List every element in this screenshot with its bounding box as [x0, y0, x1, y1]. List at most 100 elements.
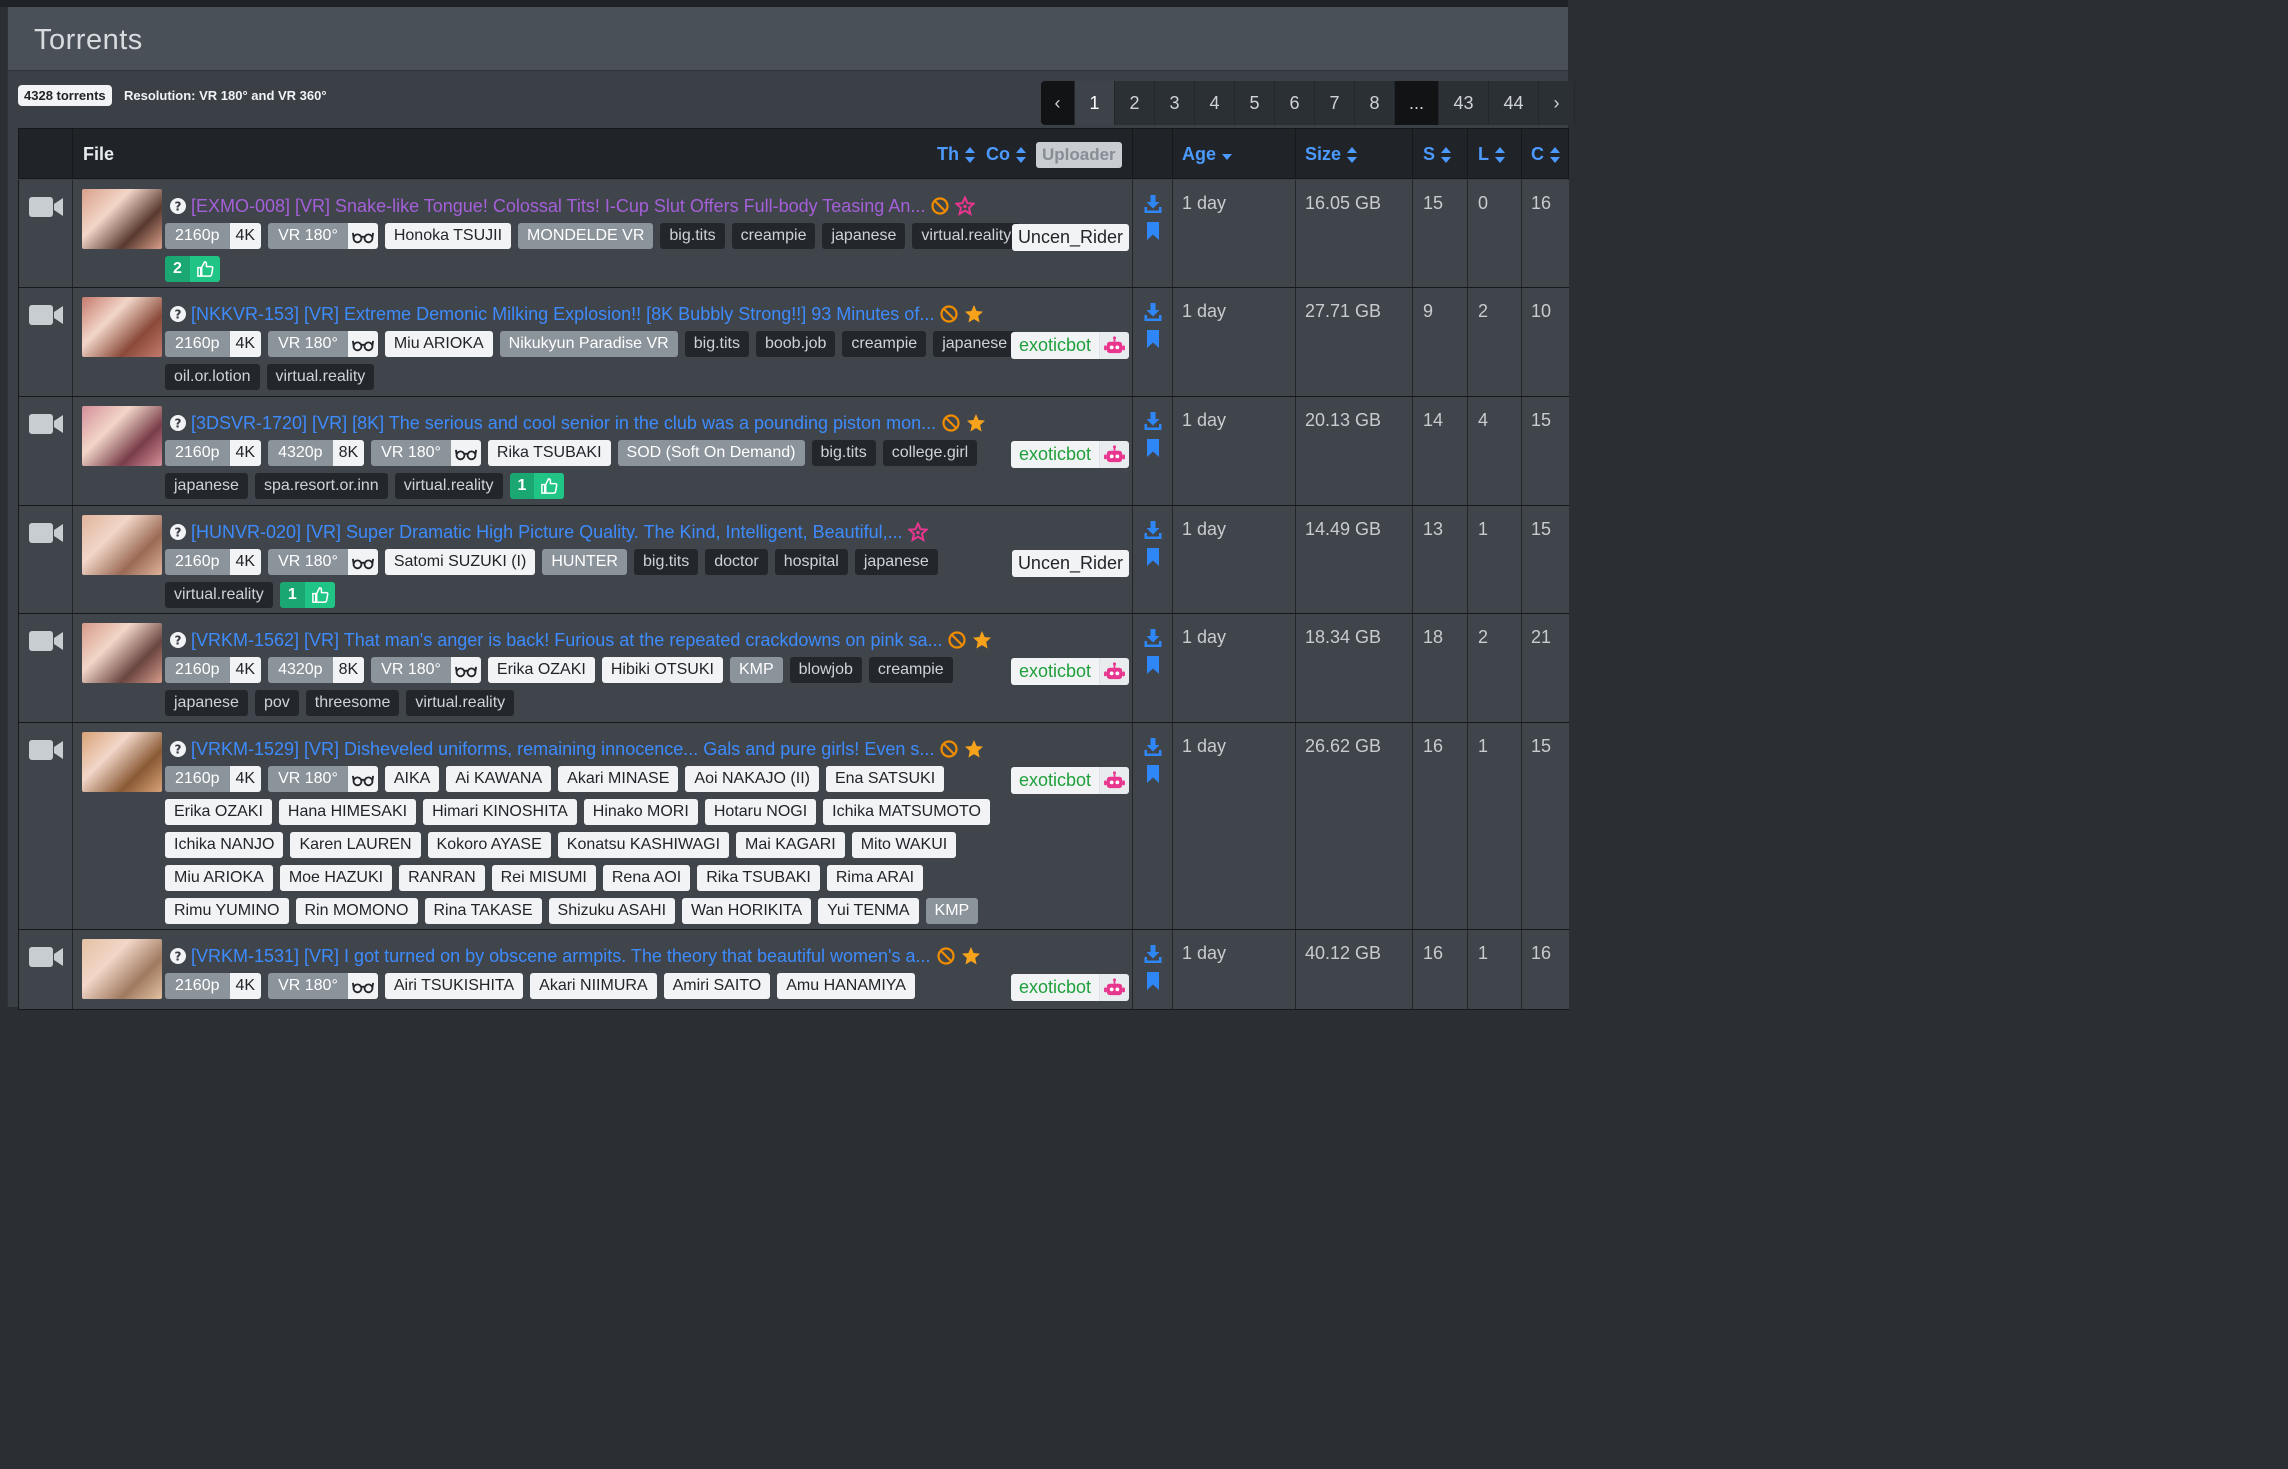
performer-tag[interactable]: Honoka TSUJII	[384, 223, 512, 249]
genre-tag[interactable]: blowjob	[789, 657, 862, 683]
resolution-badge[interactable]: 4320p 8K	[268, 440, 365, 466]
uploader-name[interactable]: exoticbot	[1010, 332, 1099, 359]
vr-badge[interactable]: VR 180°	[268, 766, 378, 792]
torrent-title-link[interactable]: [3DSVR-1720] [VR] [8K] The serious and c…	[191, 413, 936, 434]
genre-tag[interactable]: virtual.reality	[406, 690, 515, 716]
performer-tag[interactable]: Shizuku ASAHI	[548, 898, 676, 924]
resolution-badge[interactable]: 2160p 4K	[165, 973, 262, 999]
download-icon[interactable]	[1144, 520, 1162, 540]
bookmark-icon[interactable]	[1146, 972, 1160, 990]
page-8-button[interactable]: 8	[1355, 81, 1395, 125]
performer-tag[interactable]: Miu ARIOKA	[384, 331, 493, 357]
bookmark-icon[interactable]	[1146, 439, 1160, 457]
resolution-badge[interactable]: 2160p 4K	[165, 440, 262, 466]
page-43-button[interactable]: 43	[1439, 81, 1489, 125]
genre-tag[interactable]: hospital	[774, 549, 848, 575]
uploader-name[interactable]: Uncen_Rider	[1011, 224, 1129, 251]
uploader-badge[interactable]: Uncen_Rider	[1011, 224, 1129, 251]
performer-tag[interactable]: Hana HIMESAKI	[278, 799, 417, 825]
performer-tag[interactable]: Ichika NANJO	[165, 832, 284, 858]
uploader-badge[interactable]: exoticbot	[1010, 658, 1129, 685]
genre-tag[interactable]: college.girl	[882, 440, 978, 466]
performer-tag[interactable]: Erika OZAKI	[487, 657, 595, 683]
vr-badge[interactable]: VR 180°	[371, 657, 481, 683]
genre-tag[interactable]: virtual.reality	[165, 582, 273, 608]
page-3-button[interactable]: 3	[1155, 81, 1195, 125]
performer-tag[interactable]: Mito WAKUI	[851, 832, 957, 858]
bookmark-icon[interactable]	[1146, 765, 1160, 783]
performer-tag[interactable]: Karen LAUREN	[290, 832, 421, 858]
uploader-name[interactable]: exoticbot	[1010, 767, 1099, 794]
download-icon[interactable]	[1144, 411, 1162, 431]
uploader-header-button[interactable]: Uploader	[1036, 141, 1122, 168]
bookmark-icon[interactable]	[1146, 222, 1160, 240]
bookmark-icon[interactable]	[1146, 656, 1160, 674]
studio-tag[interactable]: HUNTER	[542, 549, 627, 575]
studio-tag[interactable]: MONDELDE VR	[518, 223, 654, 249]
prev-page-button[interactable]: ‹	[1041, 81, 1075, 125]
performer-tag[interactable]: Rina TAKASE	[424, 898, 542, 924]
performer-tag[interactable]: Aoi NAKAJO (II)	[685, 766, 819, 792]
performer-tag[interactable]: Wan HORIKITA	[682, 898, 812, 924]
genre-tag[interactable]: boob.job	[755, 331, 836, 357]
torrent-title-link[interactable]: [NKKVR-153] [VR] Extreme Demonic Milking…	[191, 304, 934, 325]
torrent-title-link[interactable]: [VRKM-1529] [VR] Disheveled uniforms, re…	[191, 739, 934, 760]
next-page-button[interactable]: ›	[1539, 81, 1575, 125]
torrent-title-link[interactable]: [EXMO-008] [VR] Snake-like Tongue! Colos…	[191, 196, 925, 217]
genre-tag[interactable]: creampie	[868, 657, 953, 683]
performer-tag[interactable]: Hinako MORI	[583, 799, 698, 825]
uploader-name[interactable]: Uncen_Rider	[1011, 550, 1129, 577]
page-44-button[interactable]: 44	[1489, 81, 1539, 125]
performer-tag[interactable]: Ena SATSUKI	[825, 766, 945, 792]
uploader-badge[interactable]: exoticbot	[1010, 332, 1129, 359]
download-icon[interactable]	[1144, 628, 1162, 648]
download-icon[interactable]	[1144, 194, 1162, 214]
torrent-title-link[interactable]: [VRKM-1531] [VR] I got turned on by obsc…	[191, 946, 931, 967]
uploader-header[interactable]: Uploader	[1036, 129, 1122, 180]
resolution-badge[interactable]: 2160p 4K	[165, 331, 262, 357]
performer-tag[interactable]: AIKA	[384, 766, 440, 792]
performer-tag[interactable]: Rena AOI	[602, 865, 691, 891]
genre-tag[interactable]: japanese	[933, 331, 1017, 357]
performer-tag[interactable]: Ai KAWANA	[446, 766, 552, 792]
genre-tag[interactable]: creampie	[731, 223, 816, 249]
vr-badge[interactable]: VR 180°	[371, 440, 481, 466]
page-7-button[interactable]: 7	[1315, 81, 1355, 125]
performer-tag[interactable]: Himari KINOSHITA	[423, 799, 577, 825]
uploader-badge[interactable]: exoticbot	[1010, 974, 1129, 1001]
performer-tag[interactable]: Rin MOMONO	[295, 898, 418, 924]
performer-tag[interactable]: Rimu YUMINO	[165, 898, 289, 924]
genre-tag[interactable]: japanese	[854, 549, 938, 575]
performer-tag[interactable]: Airi TSUKISHITA	[384, 973, 524, 999]
uploader-name[interactable]: exoticbot	[1010, 974, 1099, 1001]
torrent-title-link[interactable]: [HUNVR-020] [VR] Super Dramatic High Pic…	[191, 522, 903, 543]
uploader-badge[interactable]: exoticbot	[1010, 767, 1129, 794]
resolution-badge[interactable]: 2160p 4K	[165, 549, 262, 575]
torrent-title-link[interactable]: [VRKM-1562] [VR] That man's anger is bac…	[191, 630, 942, 651]
bookmark-icon[interactable]	[1146, 330, 1160, 348]
genre-tag[interactable]: virtual.reality	[912, 223, 1021, 249]
genre-tag[interactable]: japanese	[822, 223, 906, 249]
page-2-button[interactable]: 2	[1115, 81, 1155, 125]
likes-badge[interactable]: 1	[279, 582, 335, 608]
performer-tag[interactable]: Akari NIIMURA	[530, 973, 657, 999]
genre-tag[interactable]: virtual.reality	[394, 473, 503, 499]
resolution-badge[interactable]: 2160p 4K	[165, 766, 262, 792]
performer-tag[interactable]: Erika OZAKI	[165, 799, 272, 825]
genre-tag[interactable]: big.tits	[660, 223, 725, 249]
genre-tag[interactable]: virtual.reality	[266, 364, 375, 390]
genre-tag[interactable]: oil.or.lotion	[165, 364, 260, 390]
genre-tag[interactable]: spa.resort.or.inn	[254, 473, 388, 499]
performer-tag[interactable]: Miu ARIOKA	[165, 865, 273, 891]
uploader-badge[interactable]: exoticbot	[1010, 441, 1129, 468]
performer-tag[interactable]: Rima ARAI	[826, 865, 924, 891]
genre-tag[interactable]: japanese	[165, 473, 248, 499]
genre-tag[interactable]: japanese	[165, 690, 248, 716]
genre-tag[interactable]: big.tits	[633, 549, 699, 575]
sort-completed-header[interactable]: C	[1531, 129, 1561, 180]
sort-age-header[interactable]: Age	[1182, 129, 1233, 180]
sort-size-header[interactable]: Size	[1305, 129, 1358, 180]
resolution-badge[interactable]: 2160p 4K	[165, 223, 262, 249]
vr-badge[interactable]: VR 180°	[268, 973, 378, 999]
download-icon[interactable]	[1144, 737, 1162, 757]
